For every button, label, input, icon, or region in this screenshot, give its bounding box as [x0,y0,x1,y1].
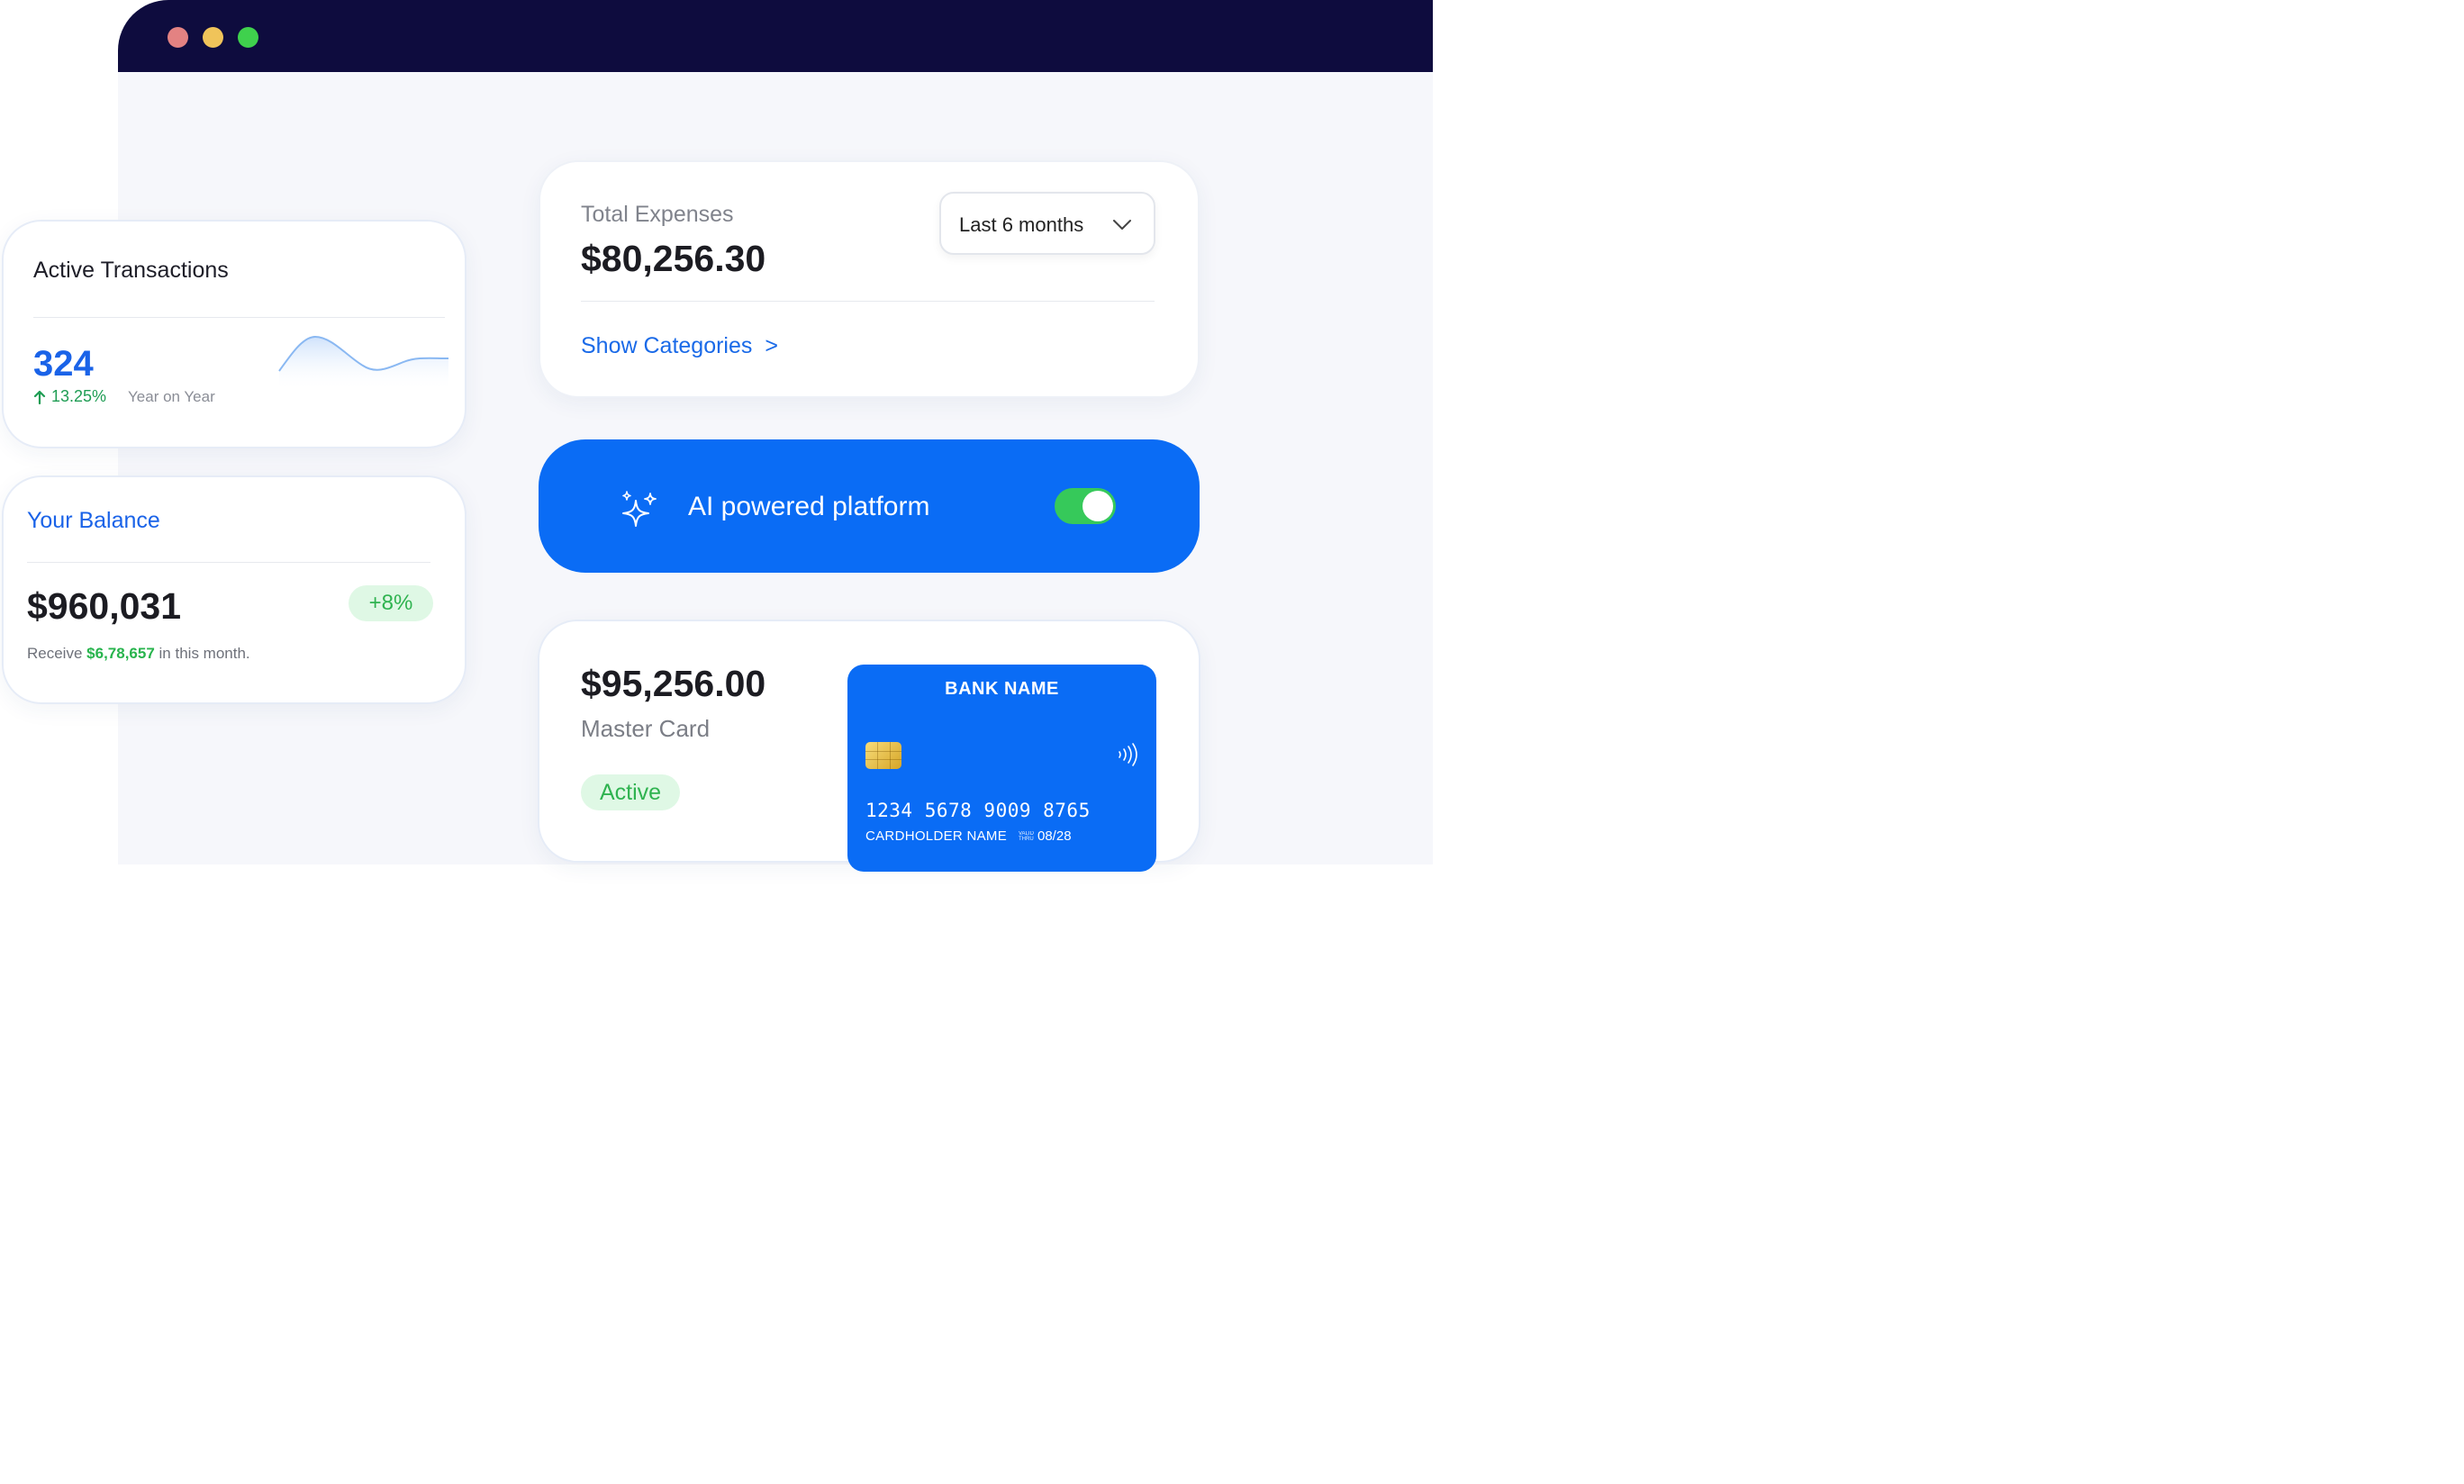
card-expiry: 08/28 [1037,828,1072,844]
show-categories-label: Show Categories [581,333,753,358]
sparkles-icon [622,491,657,527]
card-title: Active Transactions [33,258,229,283]
ai-platform-banner: AI powered platform [539,439,1200,573]
divider [27,562,430,563]
card-number: 1234 5678 9009 8765 [865,800,1091,821]
close-window-button[interactable] [168,27,188,48]
show-categories-link[interactable]: Show Categories > [581,333,778,359]
minimize-window-button[interactable] [203,27,223,48]
card-balance: $95,256.00 [581,663,766,704]
maximize-window-button[interactable] [238,27,258,48]
chevron-right-icon: > [765,333,778,358]
ai-toggle-switch[interactable] [1055,488,1116,524]
contactless-icon [1119,743,1137,766]
title-bar [118,0,1433,72]
credit-card[interactable]: BANK NAME 1234 5678 9009 8765 CARDHOLDER… [847,665,1156,872]
total-expenses-card: Total Expenses $80,256.30 Last 6 months … [539,160,1200,398]
valid-thru-label: VALID THRU [1019,831,1034,842]
card-type: Master Card [581,715,711,742]
divider [581,301,1155,302]
note-amount: $6,78,657 [86,645,155,662]
toggle-knob [1083,491,1113,521]
balance-note: Receive $6,78,657 in this month. [27,645,250,663]
chip-icon [865,742,901,769]
growth-indicator: 13.25% [33,387,106,406]
arrow-up-icon [33,390,46,404]
card-title: Your Balance [27,508,160,533]
cardholder-name: CARDHOLDER NAME [865,828,1008,844]
active-transactions-card: Active Transactions 324 13.25% Year on Y… [2,220,467,448]
divider [33,317,445,318]
balance-change-badge: +8% [349,585,433,621]
period-select[interactable]: Last 6 months [939,192,1155,255]
chevron-down-icon [1113,220,1131,230]
note-prefix: Receive [27,645,83,662]
note-suffix: in this month. [159,645,250,662]
thru-label: THRU [1019,837,1034,842]
transaction-count: 324 [33,344,94,384]
ai-banner-text: AI powered platform [688,492,930,521]
growth-period: Year on Year [128,388,215,405]
balance-amount: $960,031 [27,585,182,627]
status-badge: Active [581,774,680,810]
expenses-label: Total Expenses [581,202,734,227]
sparkline-chart [278,335,448,391]
bank-name: BANK NAME [945,679,1059,699]
growth-value: 13.25% [51,387,107,405]
period-select-value: Last 6 months [959,213,1084,236]
balance-card: Your Balance $960,031 +8% Receive $6,78,… [2,475,467,704]
expenses-amount: $80,256.30 [581,238,766,279]
